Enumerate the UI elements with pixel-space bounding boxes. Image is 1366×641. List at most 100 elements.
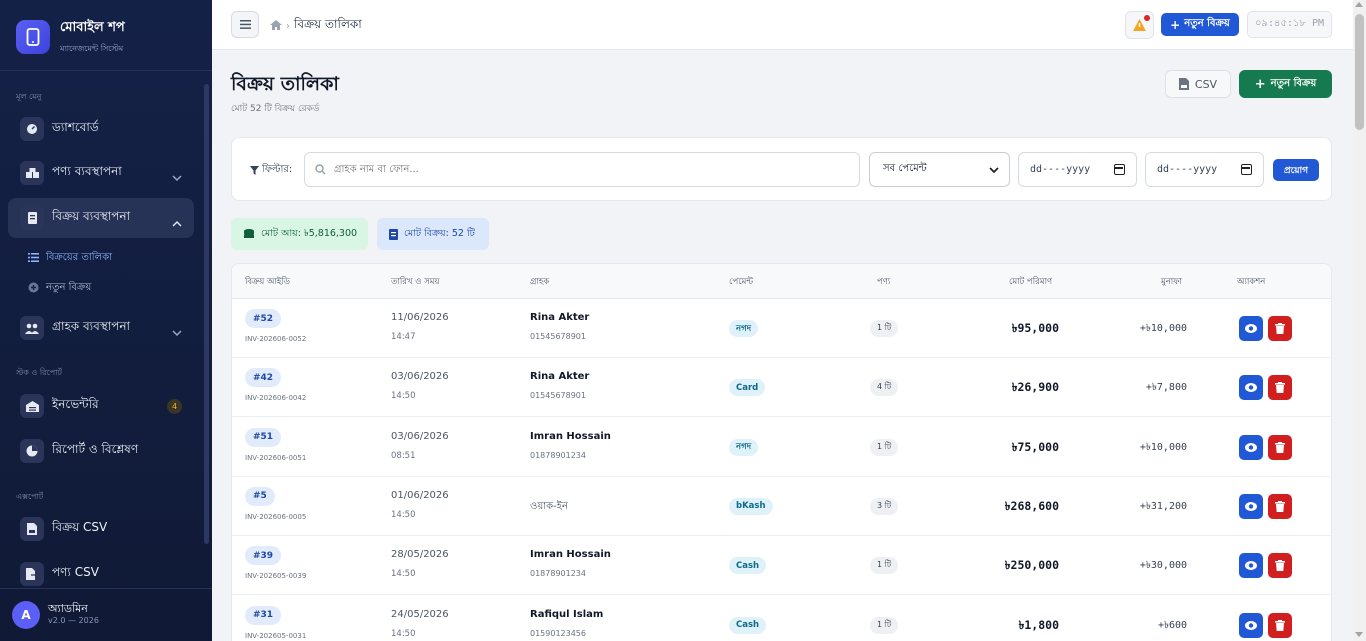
home-icon[interactable] [270, 19, 282, 33]
users-icon [20, 316, 44, 340]
sidebar-item-inventory[interactable]: ইনভেন্টরি 4 [8, 386, 194, 426]
payment-badge: bKash [729, 497, 773, 515]
sidebar-item-sales[interactable]: বিক্রয় ব্যবস্থাপনা [8, 198, 194, 238]
sale-id-badge[interactable]: #52 [245, 309, 282, 328]
sidebar-item-customers[interactable]: গ্রাহক ব্যবস্থাপনা [8, 308, 194, 348]
delete-button[interactable] [1268, 316, 1292, 341]
table-header: বিক্রয় আইডি তারিখ ও সময় গ্রাহক পেমেন্ট… [232, 264, 1331, 299]
eye-icon [1245, 324, 1257, 333]
sale-id-badge[interactable]: #31 [245, 605, 282, 625]
eye-icon [1245, 501, 1257, 511]
table-row[interactable]: #31 INV-202605-0031 24/05/2026 14:50 Rafiqul… [232, 596, 1331, 641]
view-button[interactable] [1239, 493, 1263, 519]
view-button[interactable] [1239, 434, 1263, 460]
sidebar-subitem-sales-list[interactable]: বিক্রয়ের তালিকা [28, 250, 112, 267]
profit-amount: +৳10,000 [1139, 441, 1187, 453]
sidebar-item-sales-csv[interactable]: বিক্রয় CSV [8, 509, 194, 549]
divider [0, 70, 212, 71]
calendar-icon[interactable] [1114, 164, 1125, 175]
date-to-field[interactable]: dd----yyyy [1145, 152, 1264, 187]
alerts-button[interactable] [1125, 11, 1154, 39]
csv-label: CSV [1194, 77, 1218, 91]
filter-label-text: ফিল্টার: [262, 164, 293, 175]
sidebar-item-label: ড্যাশবোর্ড [52, 120, 99, 134]
sale-time: 08:51 [391, 450, 416, 461]
col-header: তারিখ ও সময় [391, 277, 440, 287]
col-header: মুনাফা [1161, 277, 1182, 287]
eye-icon [1245, 442, 1257, 452]
plus-icon: + [1170, 17, 1181, 32]
customer-name: Rina Akter [530, 312, 590, 323]
sidebar-item-label: গ্রাহক ব্যবস্থাপনা [52, 319, 131, 333]
scroll-up-arrow[interactable] [1355, 2, 1363, 7]
total-revenue-text: মোট আয়: ৳5,816,300 [261, 227, 358, 239]
menu-toggle-button[interactable] [231, 11, 259, 38]
view-button[interactable] [1239, 316, 1263, 341]
plus-icon: + [1254, 76, 1266, 92]
quantity-badge: 1 টি [870, 557, 899, 575]
sale-time: 14:50 [391, 509, 416, 520]
delete-button[interactable] [1268, 553, 1292, 579]
page-scrollbar-thumb[interactable] [1355, 14, 1364, 130]
profit-amount: +৳10,000 [1139, 323, 1187, 334]
trash-icon [1275, 619, 1285, 631]
apply-filter-button[interactable]: প্রয়োগ [1273, 159, 1319, 181]
view-button[interactable] [1239, 612, 1263, 638]
view-button[interactable] [1239, 553, 1263, 579]
breadcrumb-separator: › [286, 20, 290, 32]
section-export-label: এক্সপোর্ট [16, 492, 44, 501]
col-header: মোট পরিমাণ [1009, 277, 1053, 287]
sale-id-badge[interactable]: #5 [245, 486, 275, 506]
date-from-field[interactable]: dd----yyyy [1018, 152, 1137, 187]
payment-badge: নগদ [729, 320, 759, 337]
sidebar-scrollbar[interactable] [204, 84, 209, 544]
table-row[interactable]: #42 INV-202606-0042 03/06/2026 14:50 Rina Ak… [232, 358, 1331, 418]
delete-button[interactable] [1268, 493, 1292, 519]
section-stock-label: স্টক ও রিপোর্ট [16, 368, 62, 377]
total-sales-badge: মোট বিক্রয়: 52 টি [377, 218, 489, 250]
customer-phone: 01545678901 [530, 332, 586, 341]
invoice-number: INV-202606-0052 [245, 335, 307, 343]
delete-button[interactable] [1268, 375, 1292, 401]
chevron-down-icon [172, 167, 182, 186]
sidebar-item-label: পণ্য ব্যবস্থাপনা [52, 164, 122, 178]
sale-id-badge[interactable]: #42 [245, 368, 282, 388]
sale-date: 03/06/2026 [391, 371, 449, 383]
profit-amount: +৳30,000 [1139, 560, 1187, 572]
sidebar-item-products[interactable]: পণ্য ব্যবস্থাপনা [8, 153, 194, 193]
new-sale-button[interactable]: + নতুন বিক্রয় [1239, 70, 1332, 98]
sidebar-subitem-new-sale[interactable]: নতুন বিক্রয় [28, 280, 91, 297]
payment-select[interactable]: সব পেমেন্ট [869, 152, 1010, 187]
calendar-icon[interactable] [1241, 164, 1252, 175]
invoice-number: INV-202606-0005 [245, 512, 307, 521]
table-row[interactable]: #5 INV-202606-0005 01/06/2026 14:50 ওয়াক-ইন… [232, 477, 1331, 536]
sale-id-badge[interactable]: #51 [245, 427, 282, 447]
sidebar-item-reports[interactable]: রিপোর্ট ও বিশ্লেষণ [8, 431, 194, 471]
view-button[interactable] [1239, 375, 1263, 401]
customer-name: Rafiqul Islam [530, 608, 604, 620]
header-new-sale-button[interactable]: + নতুন বিক্রয় [1161, 13, 1239, 36]
brand[interactable]: মোবাইল শপ ম্যানেজমেন্ট সিস্টেম [16, 18, 125, 56]
total-amount: ৳268,600 [1004, 498, 1059, 513]
date-from-placeholder: dd----yyyy [1030, 164, 1091, 175]
table-row[interactable]: #52 INV-202606-0052 11/06/2026 14:47 Rina Ak… [232, 299, 1331, 358]
search-box[interactable] [304, 152, 860, 187]
sale-id-badge[interactable]: #39 [245, 546, 282, 566]
sidebar-item-dashboard[interactable]: ড্যাশবোর্ড [8, 109, 194, 149]
table-row[interactable]: #39 INV-202605-0039 28/05/2026 14:50 Imran H… [232, 536, 1331, 596]
inventory-count-badge: 4 [167, 399, 182, 414]
search-input[interactable] [334, 164, 834, 175]
clock: ০৯:৪৫:১৮ PM [1247, 11, 1332, 38]
delete-button[interactable] [1268, 434, 1292, 460]
customer-name: ওয়াক-ইন [530, 500, 568, 512]
sale-date: 01/06/2026 [391, 489, 449, 501]
user-bar[interactable]: A অ্যাডমিন v2.0 — 2026 [0, 588, 212, 641]
delete-button[interactable] [1268, 612, 1292, 638]
payment-badge: নগদ [729, 438, 759, 456]
export-csv-button[interactable]: CSV [1165, 70, 1231, 98]
total-amount: ৳250,000 [1004, 558, 1059, 573]
scroll-down-arrow[interactable] [1355, 632, 1363, 637]
customer-phone: 01878901234 [530, 450, 586, 460]
profit-amount: +৳7,800 [1145, 382, 1187, 394]
table-row[interactable]: #51 INV-202606-0051 03/06/2026 08:51 Imran H… [232, 418, 1331, 477]
